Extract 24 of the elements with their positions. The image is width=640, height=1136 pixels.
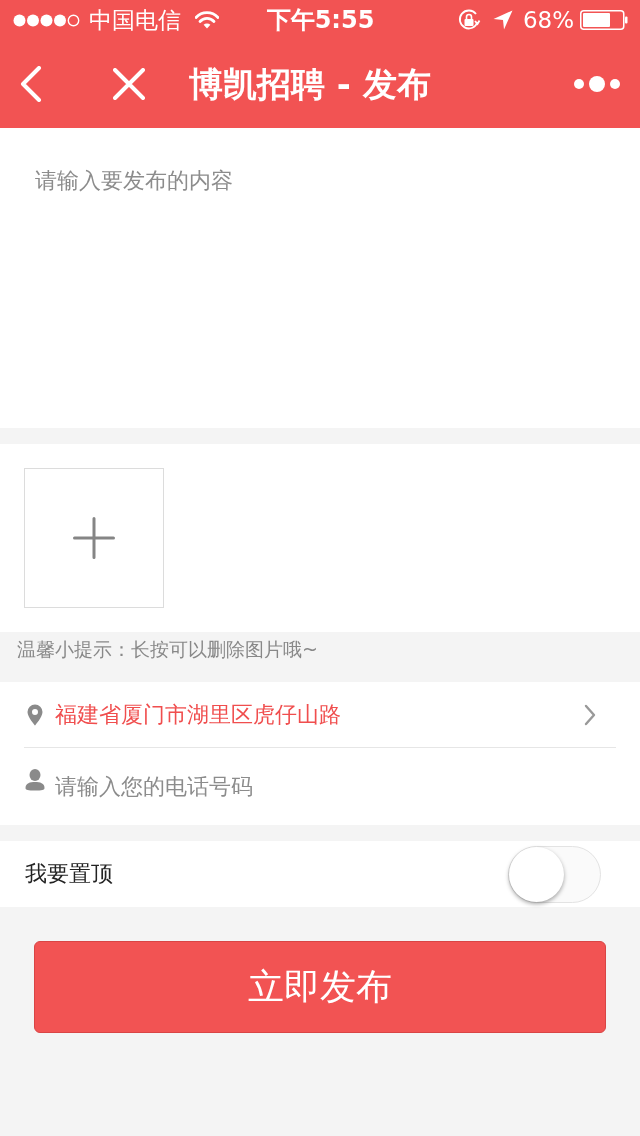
close-icon [113,68,145,100]
chevron-right-icon [584,703,596,726]
signal-strength-icon [13,13,81,27]
location-pin-icon [27,703,43,726]
toggle-switch[interactable] [508,845,601,903]
page-title: 博凯招聘 - 发布 [189,63,432,106]
back-chevron-icon [20,66,42,102]
wifi-icon [195,11,219,29]
location-arrow-icon [492,10,513,30]
close-button[interactable] [113,68,145,100]
pin-top-label: 我要置顶 [25,860,113,888]
back-button[interactable] [20,66,42,102]
status-time: 下午5:55 [266,6,375,34]
content-field[interactable]: 请输入要发布的内容 [0,128,640,428]
person-icon [25,769,45,791]
rotation-lock-icon [456,8,481,32]
publish-button[interactable]: 立即发布 [34,941,606,1033]
battery-icon [580,10,628,30]
hint-text: 温馨小提示：长按可以删除图片哦~ [16,637,319,662]
battery-percentage: 68% [522,6,574,34]
more-dots-icon [574,76,620,92]
plus-icon [73,517,115,559]
more-button[interactable] [574,76,620,92]
carrier-name: 中国电信 [89,6,181,34]
